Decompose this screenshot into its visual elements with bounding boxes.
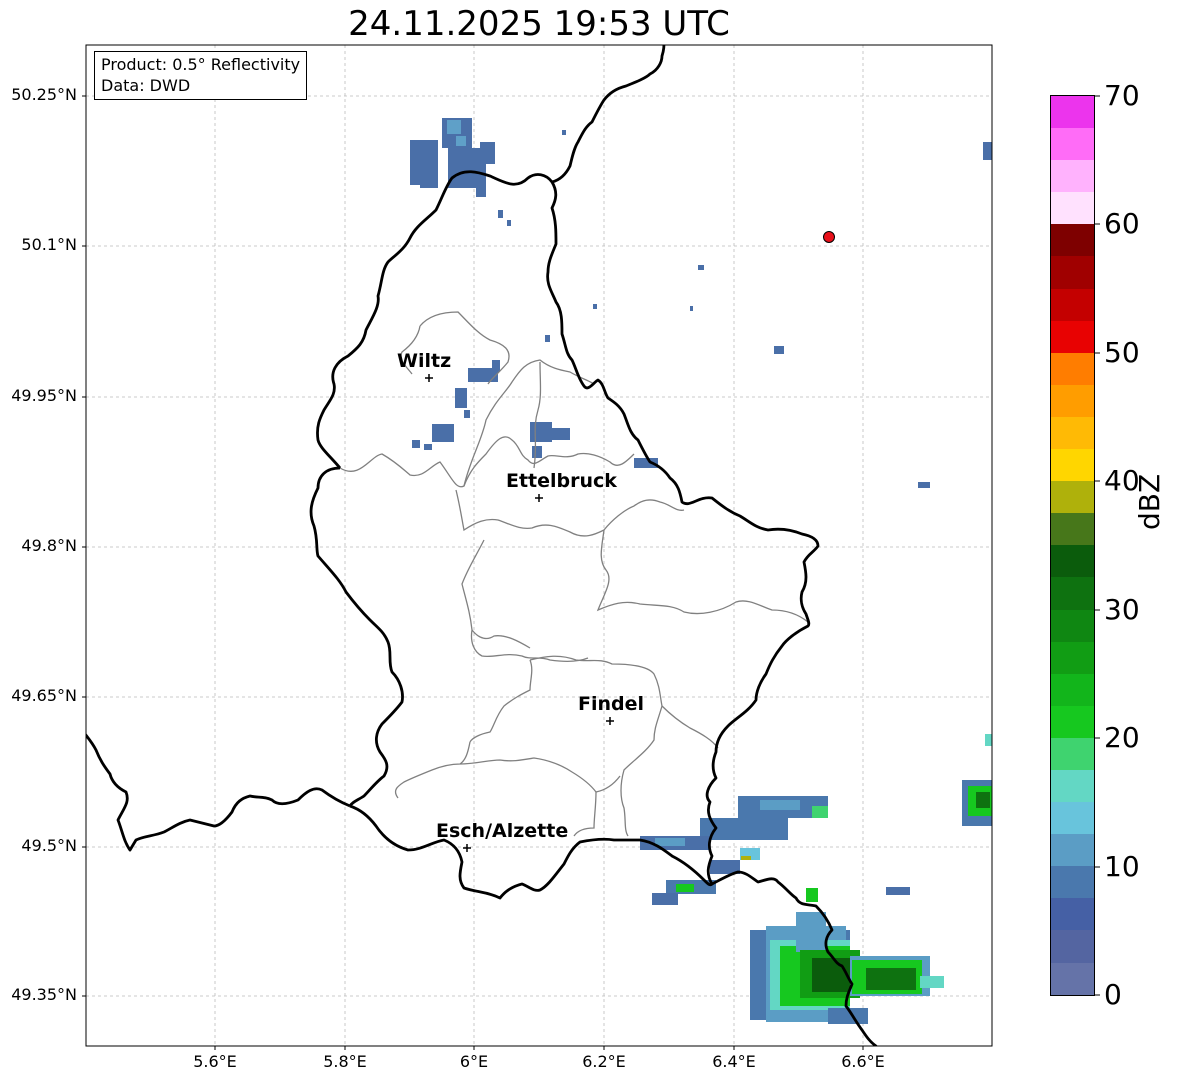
radar-map xyxy=(82,44,1100,1050)
y-tick-label: 49.8°N xyxy=(21,536,77,555)
x-tick-label: 6.2°E xyxy=(582,1052,626,1071)
city-label-findel: Findel xyxy=(578,693,645,715)
colorbar-segment xyxy=(1051,416,1094,450)
product-text: Product: 0.5° Reflectivity xyxy=(101,55,301,74)
y-tick-label: 49.35°N xyxy=(11,985,77,1004)
colorbar-tick-label: 10 xyxy=(1104,850,1140,883)
map-frame xyxy=(86,45,992,1046)
colorbar-segment xyxy=(1051,256,1094,289)
colorbar-segment xyxy=(1051,128,1094,161)
x-tick-label: 6.4°E xyxy=(712,1052,756,1071)
colorbar-segment xyxy=(1051,641,1094,674)
colorbar-segment xyxy=(1051,224,1094,257)
city-label-ettelbruck: Ettelbruck xyxy=(506,470,617,492)
colorbar-segment xyxy=(1051,545,1094,578)
x-tick-label: 5.8°E xyxy=(323,1052,367,1071)
colorbar-segment xyxy=(1051,577,1094,610)
x-tick-label: 6°E xyxy=(459,1052,489,1071)
colorbar-segment xyxy=(1051,930,1094,963)
colorbar-segment xyxy=(1051,288,1094,321)
colorbar-tick-label: 50 xyxy=(1104,336,1140,369)
colorbar-tick-label: 70 xyxy=(1104,79,1140,112)
x-tick-label: 6.6°E xyxy=(841,1052,885,1071)
colorbar-segment xyxy=(1051,320,1094,353)
y-tick-label: 49.5°N xyxy=(21,836,77,855)
colorbar-tick-label: 30 xyxy=(1104,593,1140,626)
colorbar-tick-label: 20 xyxy=(1104,721,1140,754)
y-tick-label: 49.65°N xyxy=(11,686,77,705)
colorbar-tick-label: 60 xyxy=(1104,207,1140,240)
data-source-text: Data: DWD xyxy=(101,76,191,95)
city-label-wiltz: Wiltz xyxy=(397,350,452,372)
colorbar-label: dBZ xyxy=(1133,473,1166,530)
colorbar-segment xyxy=(1051,513,1094,546)
colorbar-segment xyxy=(1051,866,1094,899)
y-tick-label: 50.1°N xyxy=(21,235,77,254)
colorbar-segment xyxy=(1051,834,1094,867)
colorbar-segment xyxy=(1051,352,1094,385)
colorbar-segment xyxy=(1051,384,1094,417)
colorbar-segment xyxy=(1051,96,1094,129)
y-tick-label: 49.95°N xyxy=(11,386,77,405)
colorbar-segment xyxy=(1051,769,1094,803)
colorbar-segment xyxy=(1051,705,1094,738)
colorbar-segment xyxy=(1051,802,1094,835)
city-label-esch: Esch/Alzette xyxy=(436,820,569,842)
colorbar-segment xyxy=(1051,609,1094,642)
y-tick-label: 50.25°N xyxy=(11,85,77,104)
colorbar-segment xyxy=(1051,898,1094,931)
product-info-box: Product: 0.5° Reflectivity Data: DWD xyxy=(94,51,308,100)
colorbar-ticks xyxy=(1095,95,1100,996)
colorbar-tick-label: 0 xyxy=(1104,978,1122,1011)
location-marker-icon xyxy=(823,231,835,243)
colorbar-segment xyxy=(1051,192,1094,225)
colorbar-segment xyxy=(1051,481,1094,514)
colorbar-segment xyxy=(1051,737,1094,770)
colorbar-segment xyxy=(1051,449,1094,482)
dbz-colorbar xyxy=(1050,95,1095,996)
colorbar-segment xyxy=(1051,962,1094,995)
colorbar-segment xyxy=(1051,160,1094,193)
x-tick-label: 5.6°E xyxy=(193,1052,237,1071)
colorbar-segment xyxy=(1051,673,1094,706)
